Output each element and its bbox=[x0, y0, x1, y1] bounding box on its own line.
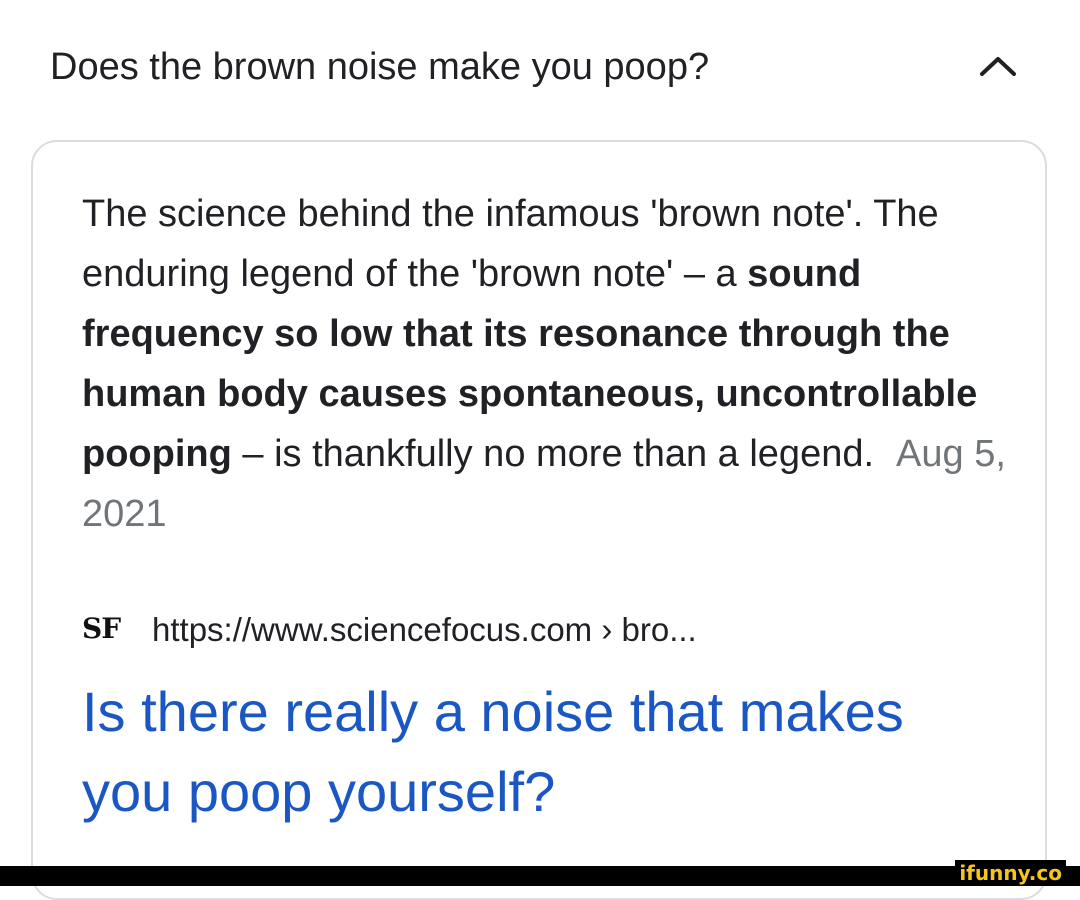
snippet-text-outro: – is thankfully no more than a legend. bbox=[231, 433, 875, 475]
chevron-up-icon[interactable] bbox=[978, 54, 1018, 78]
result-title-link[interactable]: Is there really a noise that makes you p… bbox=[82, 672, 982, 832]
watermark-logo: ifunny.co bbox=[955, 860, 1066, 886]
featured-snippet-text: The science behind the infamous 'brown n… bbox=[82, 184, 1022, 544]
faq-question-text[interactable]: Does the brown noise make you poop? bbox=[50, 44, 709, 90]
site-favicon: SF bbox=[82, 612, 121, 645]
source-row[interactable]: SF https://www.sciencefocus.com › bro... bbox=[82, 606, 1022, 654]
footer-bar bbox=[0, 866, 1080, 886]
source-url[interactable]: https://www.sciencefocus.com › bro... bbox=[152, 608, 697, 652]
faq-question-row[interactable]: Does the brown noise make you poop? bbox=[0, 0, 1080, 135]
